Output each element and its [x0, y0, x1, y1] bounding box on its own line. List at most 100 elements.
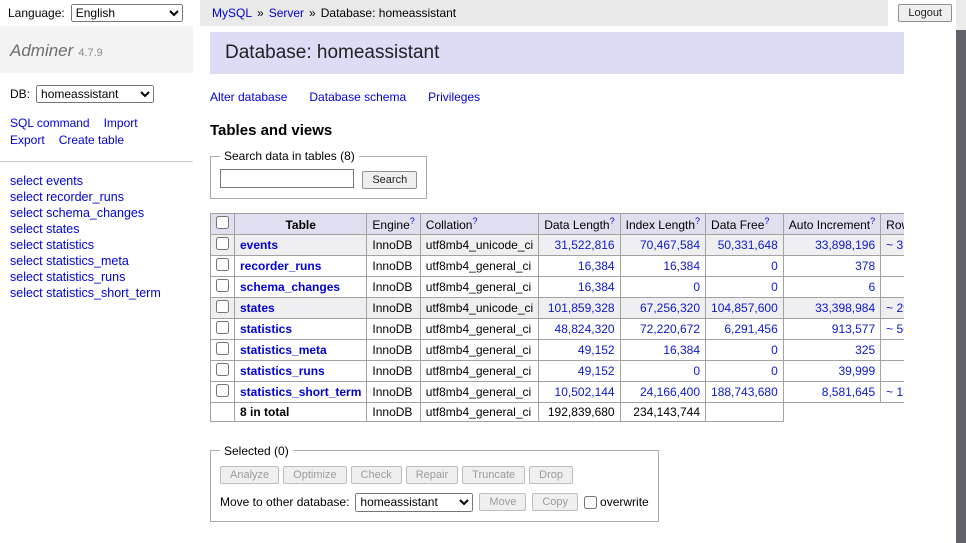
- drop-button[interactable]: Drop: [529, 466, 573, 484]
- row-checkbox[interactable]: [216, 279, 229, 292]
- vertical-scrollbar[interactable]: [956, 0, 966, 543]
- data-length-cell: 31,522,816: [539, 234, 620, 255]
- collation-cell: utf8mb4_general_ci: [420, 360, 538, 381]
- total-index-length-cell: 234,143,744: [620, 402, 705, 421]
- column-help-link[interactable]: ?: [472, 216, 477, 226]
- sidebar-item-select-statistics-short-term[interactable]: select statistics_short_term: [10, 285, 183, 301]
- index-length-cell: 16,384: [620, 255, 705, 276]
- sidebar-item-select-recorder-runs[interactable]: select recorder_runs: [10, 189, 183, 205]
- rows-count-link[interactable]: ~ 5: [881, 255, 904, 276]
- table-link[interactable]: statistics_short_term: [240, 385, 361, 399]
- move-database-select[interactable]: homeassistant: [355, 493, 473, 512]
- rows-count-link[interactable]: ~ 569,159: [881, 318, 904, 339]
- optimize-button[interactable]: Optimize: [283, 466, 346, 484]
- total-data-length-cell: 192,839,680: [539, 402, 620, 421]
- copy-button[interactable]: Copy: [532, 493, 578, 511]
- rows-count-link[interactable]: ~ 136,108: [881, 381, 904, 402]
- auto-increment-cell: 39,999: [783, 360, 880, 381]
- db-select[interactable]: homeassistant: [36, 85, 154, 103]
- column-help-link[interactable]: ?: [695, 216, 700, 226]
- sidebar-sql-command-link[interactable]: SQL command: [10, 115, 90, 132]
- row-checkbox[interactable]: [216, 300, 229, 313]
- row-checkbox[interactable]: [216, 258, 229, 271]
- data-free-cell: 6,291,456: [706, 318, 784, 339]
- check-button[interactable]: Check: [351, 466, 402, 484]
- row-checkbox[interactable]: [216, 363, 229, 376]
- alter-database-link[interactable]: Alter database: [210, 90, 287, 104]
- table-link[interactable]: schema_changes: [240, 280, 340, 294]
- collation-cell: utf8mb4_general_ci: [420, 318, 538, 339]
- rows-count-link[interactable]: ~ 244: [881, 339, 904, 360]
- sidebar-item-select-events[interactable]: select events: [10, 173, 183, 189]
- search-button[interactable]: Search: [362, 171, 417, 189]
- sidebar-item-select-statistics[interactable]: select statistics: [10, 237, 183, 253]
- rows-count-link[interactable]: ~ 3: [881, 276, 904, 297]
- overwrite-checkbox[interactable]: [584, 496, 597, 509]
- rows-count-link[interactable]: ~ 312,180: [881, 234, 904, 255]
- column-help-link[interactable]: ?: [764, 216, 769, 226]
- data-length-cell: 49,152: [539, 339, 620, 360]
- breadcrumb: MySQL » Server » Database: homeassistant: [200, 0, 888, 26]
- top-bar: Language: English MySQL » Server » Datab…: [0, 0, 956, 26]
- database-schema-link[interactable]: Database schema: [309, 90, 406, 104]
- row-checkbox[interactable]: [216, 321, 229, 334]
- app-header: Adminer4.7.9: [0, 26, 193, 73]
- sidebar-item-select-states[interactable]: select states: [10, 221, 183, 237]
- column-help-link[interactable]: ?: [610, 216, 615, 226]
- engine-cell: InnoDB: [367, 255, 420, 276]
- rows-count-link[interactable]: ~ 299,833: [881, 297, 904, 318]
- table-row: events InnoDB utf8mb4_unicode_ci 31,522,…: [211, 234, 905, 255]
- sidebar-item-select-statistics-runs[interactable]: select statistics_runs: [10, 269, 183, 285]
- index-length-cell: 0: [620, 360, 705, 381]
- auto-increment-cell: 33,398,984: [783, 297, 880, 318]
- breadcrumb-separator: »: [309, 6, 316, 20]
- rows-count-link[interactable]: ~ 628: [881, 360, 904, 381]
- move-button[interactable]: Move: [479, 493, 526, 511]
- logout-button[interactable]: Logout: [898, 4, 952, 22]
- column-help-link[interactable]: ?: [870, 216, 875, 226]
- table-link[interactable]: statistics_meta: [240, 343, 327, 357]
- breadcrumb-server-link[interactable]: Server: [269, 6, 304, 20]
- table-link[interactable]: states: [240, 301, 275, 315]
- collation-cell: utf8mb4_general_ci: [420, 276, 538, 297]
- breadcrumb-mysql-link[interactable]: MySQL: [212, 6, 252, 20]
- collation-cell: utf8mb4_unicode_ci: [420, 297, 538, 318]
- table-link[interactable]: recorder_runs: [240, 259, 321, 273]
- language-select[interactable]: English: [71, 4, 183, 22]
- engine-cell: InnoDB: [367, 318, 420, 339]
- sidebar-import-link[interactable]: Import: [104, 115, 138, 132]
- overwrite-label: overwrite: [600, 495, 649, 509]
- auto-increment-cell: 325: [783, 339, 880, 360]
- privileges-link[interactable]: Privileges: [428, 90, 480, 104]
- app-logo-link[interactable]: Adminer: [10, 41, 73, 60]
- data-free-cell: 0: [706, 255, 784, 276]
- sidebar-item-select-statistics-meta[interactable]: select statistics_meta: [10, 253, 183, 269]
- column-help-link[interactable]: ?: [410, 216, 415, 226]
- column-header-index-length: Index Length: [626, 218, 695, 232]
- auto-increment-cell: 8,581,645: [783, 381, 880, 402]
- table-link[interactable]: statistics: [240, 322, 292, 336]
- breadcrumb-current: Database: homeassistant: [321, 6, 456, 20]
- select-all-checkbox[interactable]: [216, 216, 229, 229]
- row-checkbox[interactable]: [216, 384, 229, 397]
- analyze-button[interactable]: Analyze: [220, 466, 279, 484]
- search-input[interactable]: [220, 169, 354, 188]
- row-checkbox[interactable]: [216, 237, 229, 250]
- table-link[interactable]: statistics_runs: [240, 364, 325, 378]
- row-checkbox[interactable]: [216, 342, 229, 355]
- index-length-cell: 0: [620, 276, 705, 297]
- table-row: schema_changes InnoDB utf8mb4_general_ci…: [211, 276, 905, 297]
- table-row: statistics_runs InnoDB utf8mb4_general_c…: [211, 360, 905, 381]
- truncate-button[interactable]: Truncate: [462, 466, 525, 484]
- sidebar-export-link[interactable]: Export: [10, 132, 45, 149]
- sidebar-item-select-schema-changes[interactable]: select schema_changes: [10, 205, 183, 221]
- scrollbar-thumb[interactable]: [956, 30, 966, 543]
- sidebar-create-table-link[interactable]: Create table: [59, 132, 124, 149]
- repair-button[interactable]: Repair: [406, 466, 458, 484]
- column-header-data-free: Data Free: [711, 218, 764, 232]
- tables-list: Table Engine? Collation? Data Length? In…: [210, 213, 904, 422]
- index-length-cell: 70,467,584: [620, 234, 705, 255]
- data-free-cell: 50,331,648: [706, 234, 784, 255]
- table-link[interactable]: events: [240, 238, 278, 252]
- total-label: 8 in total: [235, 402, 367, 421]
